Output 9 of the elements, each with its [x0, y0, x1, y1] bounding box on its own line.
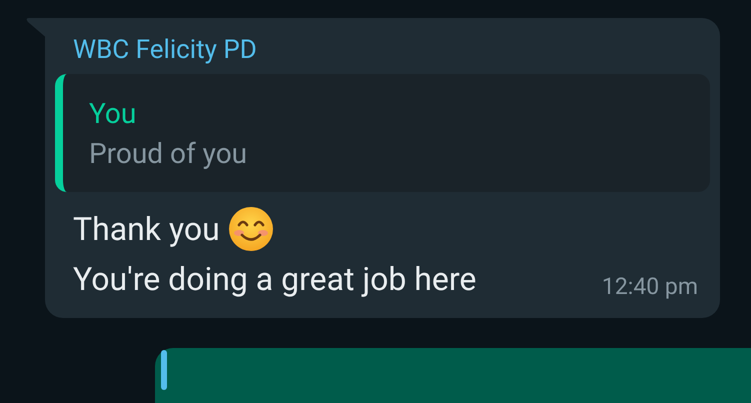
message-text: Thank you [73, 209, 220, 250]
smiling-face-icon [228, 206, 274, 252]
message-text: You're doing a great job here [73, 259, 476, 300]
message-time: 12:40 pm [602, 272, 698, 302]
quote-bar [161, 350, 167, 390]
sender-name: WBC Felicity PD [72, 34, 257, 66]
quoted-message[interactable]: You Proud of you [55, 74, 710, 192]
quoted-author: You [89, 96, 136, 132]
quoted-text: Proud of you [89, 136, 248, 172]
